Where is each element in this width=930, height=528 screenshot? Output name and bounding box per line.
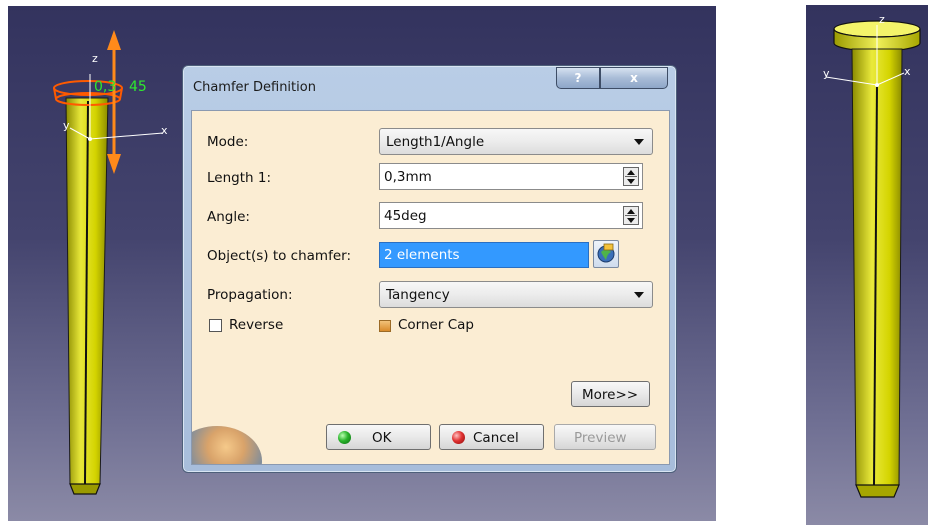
pin-part-right[interactable]	[806, 5, 928, 525]
help-button[interactable]: ?	[556, 67, 600, 89]
close-button[interactable]: x	[600, 67, 668, 89]
more-button[interactable]: More>>	[571, 381, 650, 407]
chevron-down-icon	[634, 139, 644, 145]
propagation-value: Tangency	[386, 287, 450, 303]
axis-label-y: y	[823, 67, 830, 80]
ok-icon	[338, 431, 351, 444]
angle-input[interactable]	[384, 206, 604, 225]
preview-button-label: Preview	[574, 430, 627, 446]
dimension-length-label[interactable]: 0,3	[94, 79, 116, 95]
mode-dropdown[interactable]: Length1/Angle	[379, 128, 653, 155]
angle-label: Angle:	[207, 209, 250, 225]
screen: z y x 0,3 45 z y x Chamfer Definition ? …	[0, 0, 930, 528]
preview-button[interactable]: Preview	[554, 424, 656, 450]
propagation-dropdown[interactable]: Tangency	[379, 281, 653, 308]
length1-input[interactable]	[384, 167, 604, 186]
objects-value: 2 elements	[384, 247, 460, 263]
cancel-button[interactable]: Cancel	[439, 424, 544, 450]
ok-button-label: OK	[372, 430, 392, 446]
objects-label: Object(s) to chamfer:	[207, 248, 351, 264]
propagation-label: Propagation:	[207, 287, 293, 303]
selection-list-icon	[597, 243, 615, 263]
axis-label-x: x	[904, 65, 911, 78]
dialog-titlebar[interactable]: Chamfer Definition ? x	[183, 66, 676, 106]
length1-label: Length 1:	[207, 170, 271, 186]
chevron-down-icon	[634, 292, 644, 298]
selection-list-button[interactable]	[593, 240, 619, 268]
axis-label-y: y	[63, 119, 70, 132]
spin-up-icon	[627, 209, 635, 214]
length1-spinner[interactable]	[379, 163, 643, 190]
spin-down-icon	[627, 218, 635, 223]
mode-label: Mode:	[207, 134, 249, 150]
axis-label-z: z	[92, 52, 98, 65]
decoration-image	[192, 426, 262, 464]
ok-button[interactable]: OK	[326, 424, 431, 450]
cancel-icon	[452, 431, 465, 444]
chamfer-definition-dialog: Chamfer Definition ? x Mode: Length1/Ang…	[182, 65, 677, 473]
dimension-angle-label[interactable]: 45	[129, 79, 147, 95]
corner-cap-checkbox[interactable]	[379, 320, 391, 332]
reverse-label[interactable]: Reverse	[229, 317, 283, 333]
dialog-title: Chamfer Definition	[193, 80, 316, 95]
cancel-button-label: Cancel	[473, 430, 519, 446]
length1-stepper[interactable]	[623, 167, 639, 186]
spin-up-icon	[627, 170, 635, 175]
spin-down-icon	[627, 179, 635, 184]
mode-value: Length1/Angle	[386, 134, 485, 150]
3d-viewport-right[interactable]: z y x	[806, 5, 928, 525]
angle-stepper[interactable]	[623, 206, 639, 225]
axis-label-x: x	[161, 124, 168, 137]
dialog-body: Mode: Length1/Angle Length 1: Angle:	[191, 110, 670, 465]
axis-label-z: z	[879, 13, 885, 26]
angle-spinner[interactable]	[379, 202, 643, 229]
corner-cap-label[interactable]: Corner Cap	[398, 317, 474, 333]
objects-selection-field[interactable]: 2 elements	[379, 242, 589, 268]
reverse-checkbox[interactable]	[209, 319, 222, 332]
more-button-label: More>>	[582, 387, 639, 403]
